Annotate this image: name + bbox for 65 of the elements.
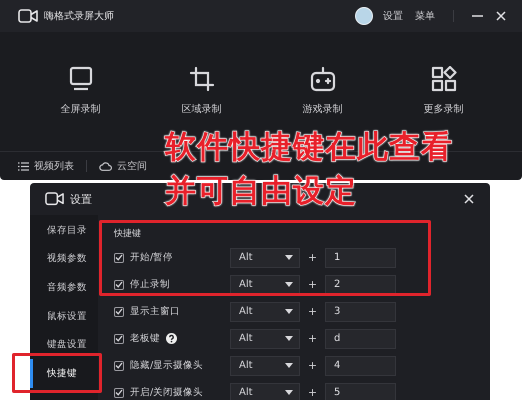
caret-icon [285,309,293,314]
plus-sign: + [306,359,318,372]
sidebar-item[interactable]: 保存目录 [30,216,98,245]
close-icon [464,194,474,204]
checkbox[interactable] [114,388,124,398]
annotation-text: 软件快捷键在此查看 [165,128,453,167]
key-field[interactable]: 1 [325,248,396,268]
key-field[interactable]: 5 [325,382,396,400]
apps-grid-icon [430,66,456,92]
camera-logo-icon [18,9,38,23]
plus-sign: + [306,251,318,264]
caret-icon [285,390,293,395]
shortcut-label: 隐藏/显示摄像头 [130,359,204,372]
checkbox[interactable] [114,334,124,344]
plus-sign: + [306,386,318,399]
caret-icon [285,336,293,341]
plus-sign: + [306,305,318,318]
sidebar-item[interactable]: 键盘设置 [30,330,98,359]
key-field[interactable]: 2 [325,274,396,294]
plus-sign: + [306,278,318,291]
modifier-dropdown[interactable]: Alt [230,356,300,376]
shortcut-label: 老板键 [130,332,160,345]
list-icon [18,162,29,170]
header-link[interactable]: 设置 [383,9,403,23]
checkbox[interactable] [114,252,124,262]
checkbox[interactable] [114,280,124,290]
modifier-dropdown[interactable]: Alt [230,302,300,322]
close-icon [496,11,506,21]
record-mode-button[interactable]: 全屏录制 [20,66,141,151]
shortcut-label: 开启/关闭摄像头 [130,386,204,399]
checkbox[interactable] [114,360,124,370]
caret-icon [285,363,293,368]
caret-icon [285,255,293,260]
modifier-dropdown[interactable]: Alt [230,274,300,294]
annotation-text: 并可自由设定 [165,172,357,211]
dialog-title: 设置 [70,192,93,206]
sidebar-item[interactable]: 鼠标设置 [30,302,98,330]
camera-icon [45,192,64,206]
key-field[interactable]: 4 [325,356,396,376]
key-field[interactable]: d [325,328,396,348]
header-link[interactable]: 菜单 [415,9,435,23]
shortcut-label: 停止录制 [130,278,170,291]
sidebar-item[interactable]: 快捷键 [30,358,98,388]
shortcut-label: 显示主窗口 [130,305,180,318]
key-field[interactable]: 3 [325,302,396,322]
sidebar-item[interactable]: 视频参数 [30,244,98,274]
app-title: 嗨格式录屏大师 [44,10,115,23]
shortcut-label: 开始/暂停 [130,251,174,264]
caret-icon [285,282,293,287]
monitor-icon [68,66,94,92]
checkbox[interactable] [114,306,124,316]
crop-icon [188,66,214,92]
sidebar-item[interactable]: 音频参数 [30,273,98,302]
modifier-dropdown[interactable]: Alt [230,382,300,400]
modifier-dropdown[interactable]: Alt [230,248,300,268]
minimize-icon [472,15,482,17]
cloud-icon [99,162,112,170]
footer-link[interactable]: 云空间 [99,159,159,173]
modifier-dropdown[interactable]: Alt [230,328,300,348]
gamepad-icon [308,66,336,92]
help-icon[interactable] [166,333,177,344]
section-title: 快捷键 [114,228,142,240]
footer-link[interactable]: 视频列表 [18,159,86,173]
plus-sign: + [306,332,318,345]
avatar-icon[interactable] [355,7,373,25]
